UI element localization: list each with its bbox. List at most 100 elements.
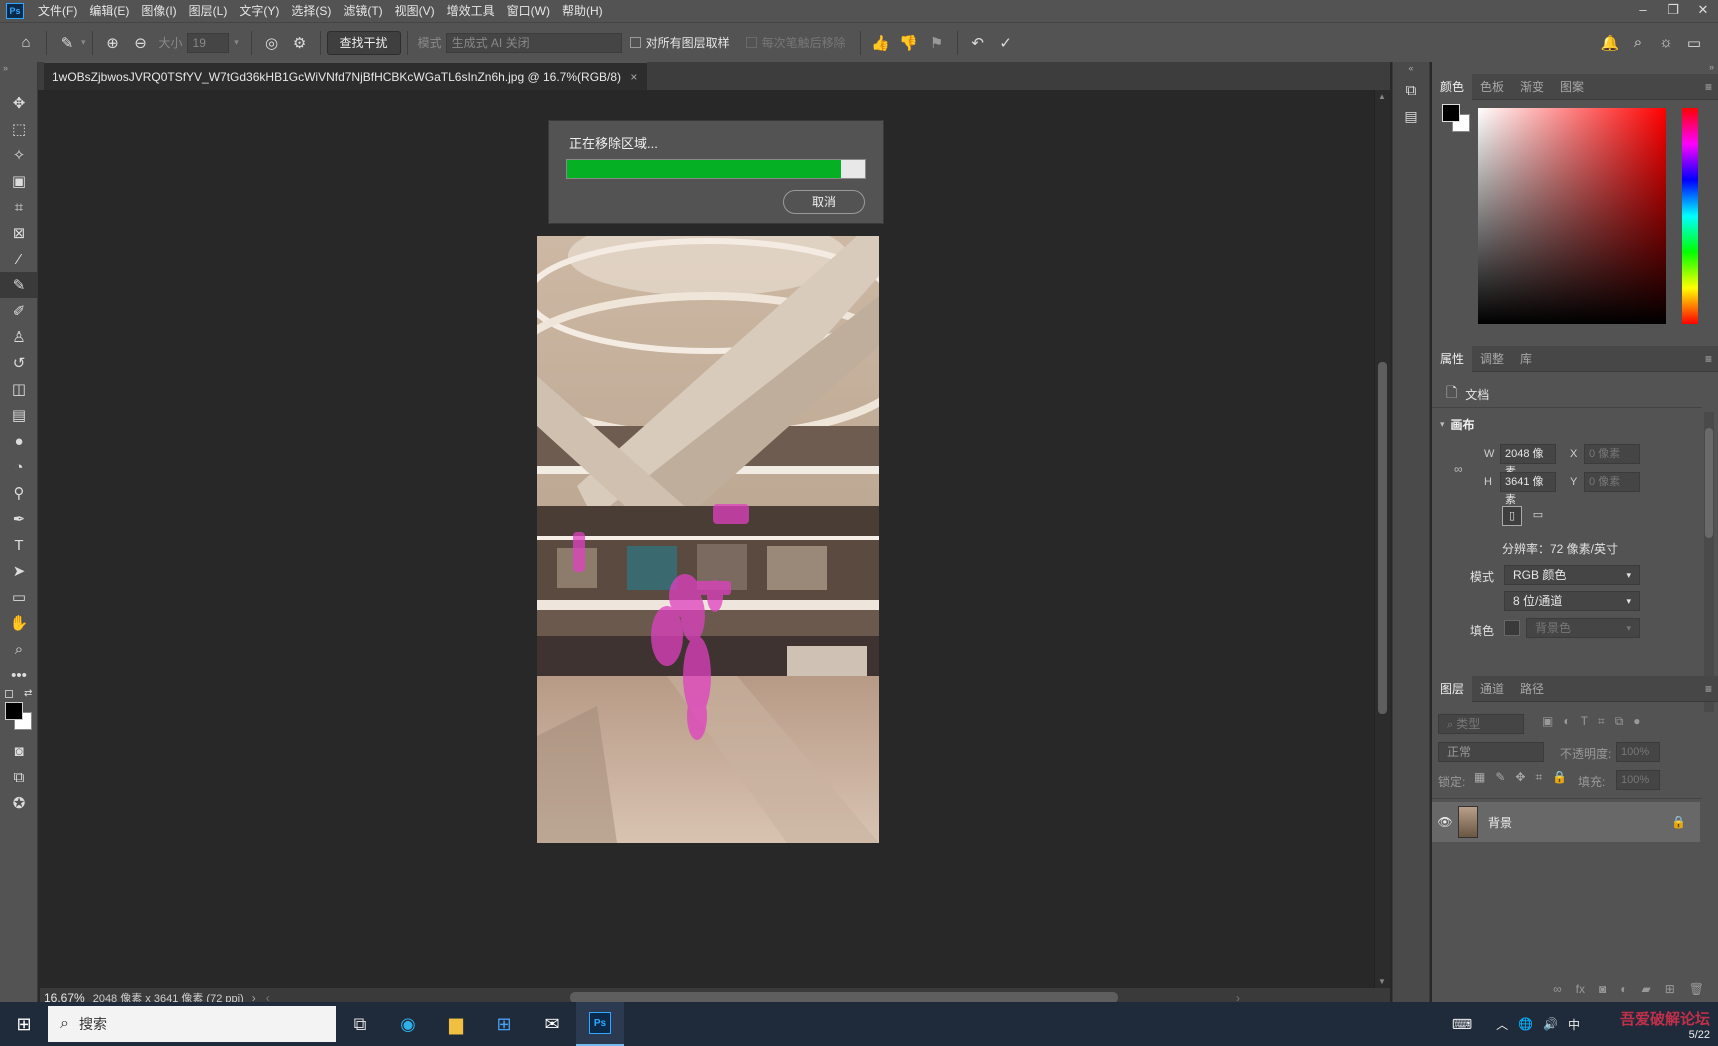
fill-color-swatch[interactable] (1504, 620, 1520, 636)
thumbs-down-icon[interactable]: 👎 (895, 34, 923, 52)
tab-paths[interactable]: 路径 (1512, 676, 1552, 702)
clock-area[interactable]: 吾爱破解论坛 5/22 (1590, 1008, 1710, 1041)
mode-select[interactable]: 生成式 AI 关闭 (445, 32, 622, 53)
hue-slider[interactable] (1682, 108, 1698, 324)
menu-help[interactable]: 帮助(H) (556, 0, 609, 22)
fx-icon[interactable]: fx (1576, 982, 1585, 996)
sample-all-layers-checkbox[interactable] (629, 37, 641, 48)
remove-tool-preset-icon[interactable]: ✎ (53, 34, 81, 52)
quick-select-tool-icon[interactable]: ✧ (0, 142, 38, 168)
menu-plugins[interactable]: 增效工具 (441, 0, 501, 22)
layer-name[interactable]: 背景 (1488, 814, 1671, 831)
vertical-scroll-thumb[interactable] (1378, 362, 1387, 714)
adjustment-filter-icon[interactable]: ◐ (1563, 714, 1570, 729)
windows-start-icon[interactable]: ⊞ (0, 1002, 48, 1046)
type-filter-icon[interactable]: T (1581, 714, 1588, 729)
object-select-tool-icon[interactable]: ▣ (0, 168, 38, 194)
restore-icon[interactable]: ❐ (1658, 0, 1688, 22)
eye-visibility-icon[interactable]: 👁 (1432, 815, 1458, 829)
lock-all-icon[interactable]: 🔒 (1552, 770, 1567, 785)
pen-tool-icon[interactable]: ✒ (0, 506, 38, 532)
gear-icon[interactable]: ⚙ (286, 34, 314, 52)
layer-row[interactable]: 👁 背景 🔒 (1432, 802, 1700, 842)
swap-colors-icon[interactable]: ⇄ (24, 688, 32, 699)
tab-adjustments[interactable]: 调整 (1472, 346, 1512, 372)
lock-position-icon[interactable]: ✥ (1515, 770, 1525, 785)
shape-filter-icon[interactable]: ⌗ (1598, 714, 1605, 729)
document-tab[interactable]: 1wOBsZjbwosJVRQ0TSfYV_W7tGd36kHB1GcWiVNf… (44, 62, 648, 90)
scroll-up-icon[interactable]: ▲ (1378, 92, 1386, 101)
chevron-up-icon[interactable]: ︿ (1496, 1016, 1508, 1033)
scroll-down-icon[interactable]: ▼ (1378, 977, 1386, 986)
thumbs-up-icon[interactable]: 👍 (867, 34, 895, 52)
fill-input[interactable]: 100% (1616, 770, 1660, 790)
edge-browser-icon[interactable]: ◉ (384, 1002, 432, 1046)
volume-icon[interactable]: 🔊 (1543, 1017, 1558, 1031)
bit-depth-select[interactable]: 8 位/通道 ▾ (1504, 591, 1640, 611)
fill-select[interactable]: 背景色 ▾ (1526, 618, 1640, 638)
bell-icon[interactable]: 🔔 (1596, 34, 1624, 52)
task-view-icon[interactable]: ⧉ (336, 1002, 384, 1046)
history-brush-tool-icon[interactable]: ↺ (0, 350, 38, 376)
collapse-icon[interactable]: » (0, 62, 37, 74)
store-icon[interactable]: ⊞ (480, 1002, 528, 1046)
panel-menu-icon[interactable]: ≡ (1705, 682, 1712, 696)
magnifier-tool-icon[interactable]: ⚲ (0, 480, 38, 506)
lock-transparent-icon[interactable]: ▦ (1474, 770, 1485, 785)
width-input[interactable]: 2048 像素 (1500, 444, 1556, 478)
new-layer-icon[interactable]: ⊞ (1665, 982, 1675, 996)
cancel-button[interactable]: 取消 (783, 190, 865, 214)
generative-icon[interactable]: ✪ (0, 790, 38, 816)
menu-type[interactable]: 文字(Y) (233, 0, 285, 22)
eraser-tool-icon[interactable]: ◫ (0, 376, 38, 402)
canvas-section-header[interactable]: ▾ 画布 (1440, 416, 1475, 433)
find-distractions-button[interactable]: 查找干扰 (326, 30, 401, 55)
chevron-down-icon[interactable]: ▾ (229, 37, 245, 48)
menu-filter[interactable]: 滤镜(T) (337, 0, 388, 22)
link-layers-icon[interactable]: ∞ (1553, 982, 1562, 996)
gradient-tool-icon[interactable]: ▤ (0, 402, 38, 428)
adjustment-layer-icon[interactable]: ◐ (1620, 982, 1627, 996)
more-tools-icon[interactable]: ••• (0, 662, 38, 688)
menu-layer[interactable]: 图层(L) (183, 0, 234, 22)
undo-icon[interactable]: ↶ (964, 34, 992, 52)
panel-menu-icon[interactable]: ≡ (1705, 80, 1712, 94)
crop-tool-icon[interactable]: ⌗ (0, 194, 38, 220)
menu-file[interactable]: 文件(F) (32, 0, 83, 22)
menu-view[interactable]: 视图(V) (389, 0, 441, 22)
rectangle-tool-icon[interactable]: ▭ (0, 584, 38, 610)
add-to-brush-icon[interactable]: ⊕ (99, 34, 127, 52)
lightbulb-icon[interactable]: ☼ (1652, 34, 1680, 51)
collapse-icon[interactable]: » (1709, 62, 1714, 72)
tab-gradients[interactable]: 渐变 (1512, 74, 1552, 100)
workspace-icon[interactable]: ▭ (1680, 34, 1708, 52)
remove-after-stroke-checkbox[interactable] (745, 37, 757, 48)
filter-toggle-icon[interactable]: ● (1633, 714, 1640, 729)
opacity-input[interactable]: 100% (1616, 742, 1660, 762)
dodge-tool-icon[interactable]: ◔ (0, 454, 38, 480)
tab-color[interactable]: 颜色 (1432, 73, 1473, 100)
tab-channels[interactable]: 通道 (1472, 676, 1512, 702)
close-icon[interactable]: ✕ (1688, 0, 1718, 22)
y-input[interactable]: 0 像素 (1584, 472, 1640, 492)
menu-image[interactable]: 图像(I) (135, 0, 182, 22)
home-icon[interactable]: ⌂ (12, 34, 40, 51)
marquee-tool-icon[interactable]: ⬚ (0, 116, 38, 142)
foreground-color-swatch[interactable] (5, 702, 23, 720)
add-mask-icon[interactable]: ◙ (1599, 982, 1606, 996)
file-explorer-icon[interactable]: ▆ (432, 1002, 480, 1046)
comments-panel-icon[interactable]: ▤ (1393, 108, 1429, 134)
tab-swatches[interactable]: 色板 (1472, 74, 1512, 100)
color-mode-select[interactable]: RGB 颜色 ▾ (1504, 565, 1640, 585)
tab-libraries[interactable]: 库 (1512, 346, 1540, 372)
trash-icon[interactable]: 🗑 (1689, 982, 1704, 996)
blur-tool-icon[interactable]: ● (0, 428, 38, 454)
properties-scrollbar[interactable] (1704, 412, 1714, 712)
properties-scroll-thumb[interactable] (1705, 428, 1713, 538)
keyboard-icon[interactable]: ⌨ (1452, 1016, 1472, 1033)
panel-menu-icon[interactable]: ≡ (1705, 352, 1712, 366)
color-picker-field[interactable] (1478, 108, 1666, 324)
hand-tool-icon[interactable]: ✋ (0, 610, 38, 636)
default-colors-icon[interactable] (5, 690, 13, 698)
foreground-color-swatch[interactable] (1442, 104, 1460, 122)
